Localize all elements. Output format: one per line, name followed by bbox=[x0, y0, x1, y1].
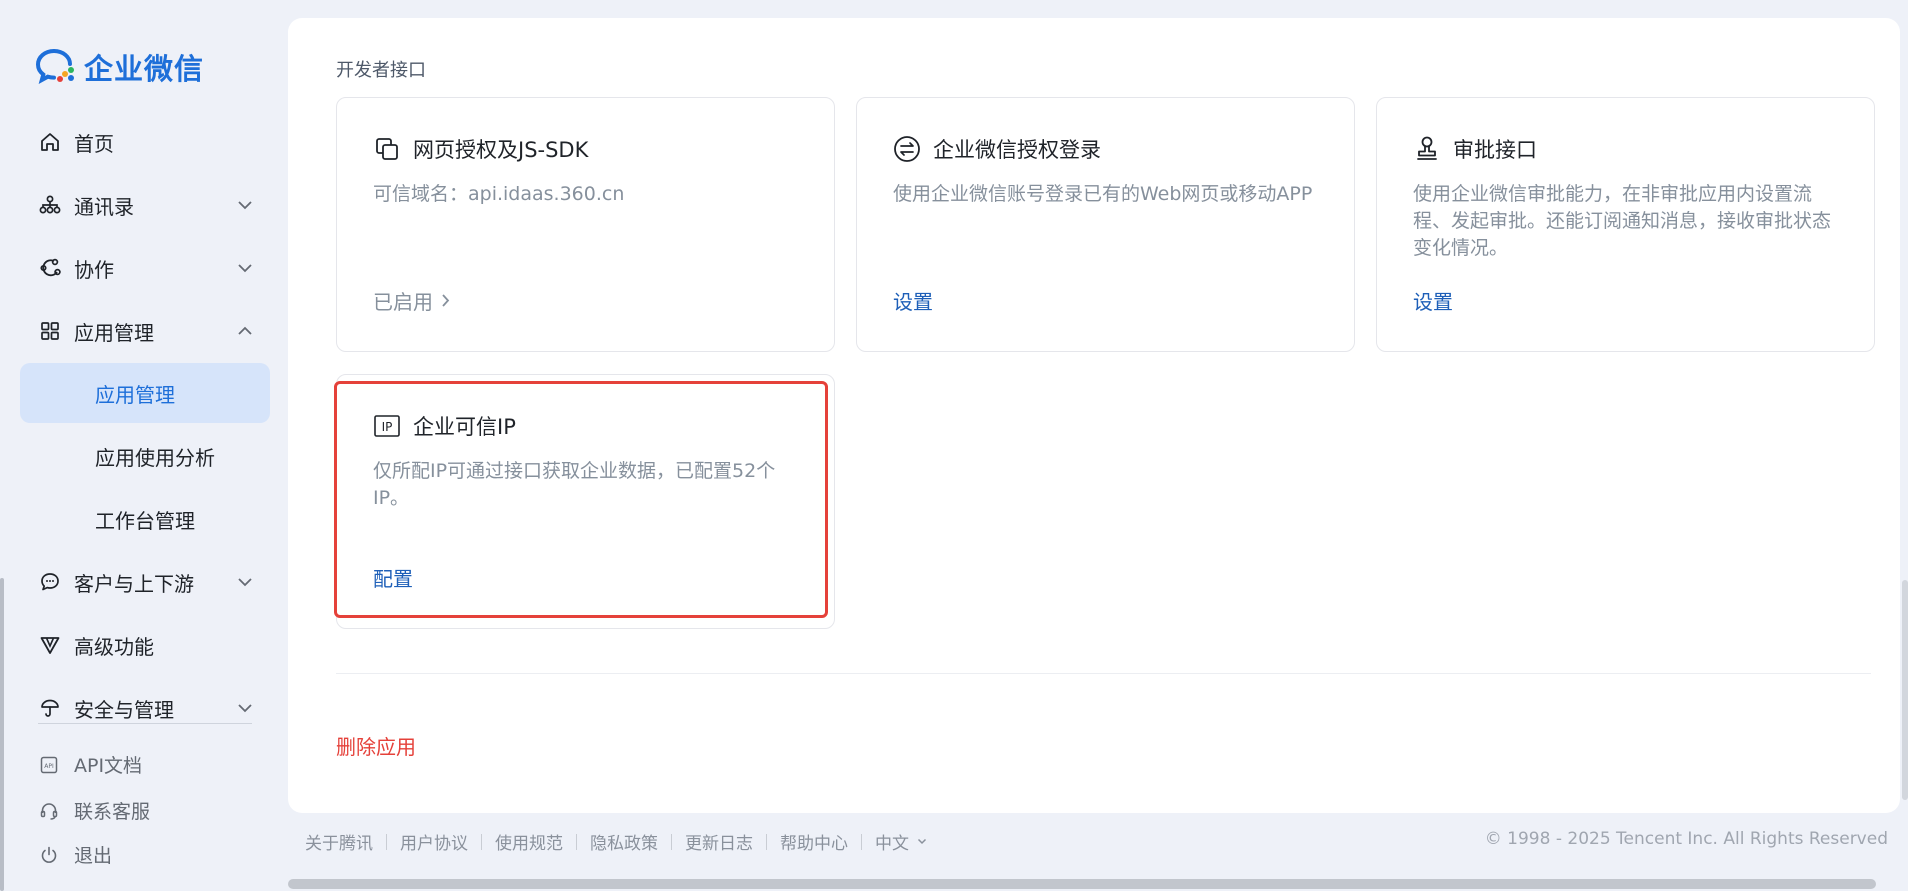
footer-link-user-agreement[interactable]: 用户协议 bbox=[400, 829, 468, 854]
api-doc-icon: API bbox=[38, 754, 60, 776]
card-trusted-ip[interactable]: IP 企业可信IP 仅所配IP可通过接口获取企业数据，已配置52个IP。 配置 bbox=[336, 374, 835, 629]
svg-text:API: API bbox=[44, 763, 54, 770]
footer-separator bbox=[386, 833, 387, 850]
svg-text:IP: IP bbox=[382, 420, 393, 434]
card-title: 网页授权及JS-SDK bbox=[413, 138, 589, 162]
language-selector[interactable]: 中文 bbox=[875, 829, 927, 854]
footer-separator bbox=[766, 833, 767, 850]
settings-link[interactable]: 设置 bbox=[1413, 286, 1453, 315]
card-description: 可信域名：api.idaas.360.cn bbox=[373, 183, 625, 205]
configure-link[interactable]: 配置 bbox=[373, 563, 413, 592]
chevron-right-icon bbox=[441, 293, 450, 308]
card-header: 审批接口 bbox=[1413, 134, 1537, 164]
enabled-status-link[interactable]: 已启用 bbox=[373, 286, 450, 315]
horizontal-scrollbar[interactable] bbox=[288, 879, 1876, 889]
sidebar-item-label: 首页 bbox=[74, 131, 114, 156]
sidebar-item-security[interactable]: 安全与管理 bbox=[20, 678, 270, 738]
sidebar-subitem-app-usage-analysis[interactable]: 应用使用分析 bbox=[20, 426, 270, 486]
sidebar-item-label: 通讯录 bbox=[74, 194, 134, 219]
v-shield-icon bbox=[38, 633, 62, 657]
card-description: 仅所配IP可通过接口获取企业数据，已配置52个IP。 bbox=[373, 460, 776, 509]
footer-link-privacy[interactable]: 隐私政策 bbox=[590, 829, 658, 854]
section-title: 开发者接口 bbox=[336, 60, 426, 81]
sidebar-item-home[interactable]: 首页 bbox=[20, 112, 270, 172]
card-header: 网页授权及JS-SDK bbox=[373, 134, 588, 164]
sidebar-subitem-workbench-management[interactable]: 工作台管理 bbox=[20, 489, 270, 549]
sidebar-item-collaboration[interactable]: 协作 bbox=[20, 238, 270, 298]
card-header: 企业微信授权登录 bbox=[893, 134, 1101, 164]
umbrella-icon bbox=[38, 696, 62, 720]
stamp-icon bbox=[1413, 135, 1441, 163]
wecom-logo-icon bbox=[34, 46, 78, 88]
footer-link-about[interactable]: 关于腾讯 bbox=[305, 829, 373, 854]
chevron-down-icon bbox=[234, 571, 256, 593]
chevron-down-icon bbox=[917, 838, 927, 845]
main-panel: 开发者接口 网页授权及JS-SDK 可信域名：api.idaas.360.cn … bbox=[288, 18, 1900, 813]
sidebar-item-advanced[interactable]: 高级功能 bbox=[20, 615, 270, 675]
contact-support-link[interactable]: 联系客服 bbox=[38, 797, 150, 824]
chat-bubble-icon bbox=[38, 570, 62, 594]
status-label: 已启用 bbox=[373, 290, 433, 314]
chevron-up-icon bbox=[234, 320, 256, 342]
footer-separator bbox=[671, 833, 672, 850]
power-icon bbox=[38, 844, 60, 866]
ip-badge-icon: IP bbox=[373, 412, 401, 440]
sidebar-item-label: 应用管理 bbox=[74, 320, 154, 345]
copyright-text: © 1998 - 2025 Tencent Inc. All Rights Re… bbox=[1484, 829, 1888, 849]
footer-separator bbox=[861, 833, 862, 850]
exchange-circle-icon bbox=[893, 135, 921, 163]
card-description: 使用企业微信审批能力，在非审批应用内设置流程、发起审批。还能订阅通知消息，接收审… bbox=[1413, 183, 1832, 259]
card-header: IP 企业可信IP bbox=[373, 411, 516, 441]
contact-support-label: 联系客服 bbox=[74, 801, 151, 823]
footer-link-usage-rules[interactable]: 使用规范 bbox=[495, 829, 563, 854]
sidebar-item-label: 高级功能 bbox=[74, 634, 154, 659]
sidebar-item-app-management[interactable]: 应用管理 bbox=[20, 301, 270, 361]
grid-icon bbox=[38, 319, 62, 343]
footer-link-help[interactable]: 帮助中心 bbox=[780, 829, 848, 854]
chevron-down-icon bbox=[234, 697, 256, 719]
sidebar: 企业微信 首页 通讯录 协作 应用管理 应用管理 应用使用分析 工作台管理 客户… bbox=[0, 0, 285, 891]
card-title: 企业微信授权登录 bbox=[933, 138, 1101, 162]
footer-separator bbox=[576, 833, 577, 850]
sidebar-divider bbox=[38, 723, 252, 724]
chevron-down-icon bbox=[234, 194, 256, 216]
chevron-down-icon bbox=[234, 257, 256, 279]
logout-label: 退出 bbox=[74, 845, 113, 867]
card-web-auth-jssdk[interactable]: 网页授权及JS-SDK 可信域名：api.idaas.360.cn 已启用 bbox=[336, 97, 835, 352]
logout-link[interactable]: 退出 bbox=[38, 841, 112, 868]
sidebar-scrollbar[interactable] bbox=[0, 578, 4, 891]
card-title: 审批接口 bbox=[1453, 138, 1537, 162]
headset-icon bbox=[38, 800, 60, 822]
overlap-squares-icon bbox=[373, 135, 401, 163]
logo-text: 企业微信 bbox=[84, 52, 205, 86]
sidebar-item-label: 客户与上下游 bbox=[74, 571, 194, 596]
org-chart-icon bbox=[38, 193, 62, 217]
card-title: 企业可信IP bbox=[413, 415, 516, 439]
section-divider bbox=[336, 673, 1871, 674]
delete-app-button[interactable]: 删除应用 bbox=[336, 731, 416, 760]
api-docs-link[interactable]: API API文档 bbox=[38, 751, 142, 778]
footer-link-changelog[interactable]: 更新日志 bbox=[685, 829, 753, 854]
footer-links: 关于腾讯 用户协议 使用规范 隐私政策 更新日志 帮助中心 中文 bbox=[305, 829, 927, 854]
footer-separator bbox=[481, 833, 482, 850]
card-approval-api[interactable]: 审批接口 使用企业微信审批能力，在非审批应用内设置流程、发起审批。还能订阅通知消… bbox=[1376, 97, 1875, 352]
sidebar-item-label: 工作台管理 bbox=[95, 508, 195, 533]
vertical-scrollbar[interactable] bbox=[1902, 580, 1908, 800]
sidebar-item-customers[interactable]: 客户与上下游 bbox=[20, 552, 270, 612]
sidebar-item-label: 安全与管理 bbox=[74, 697, 174, 722]
sidebar-item-label: 应用管理 bbox=[95, 382, 175, 407]
logo[interactable]: 企业微信 bbox=[34, 46, 204, 88]
settings-link[interactable]: 设置 bbox=[893, 286, 933, 315]
card-wecom-auth-login[interactable]: 企业微信授权登录 使用企业微信账号登录已有的Web网页或移动APP 设置 bbox=[856, 97, 1355, 352]
sidebar-subitem-app-management[interactable]: 应用管理 bbox=[20, 363, 270, 423]
api-docs-label: API文档 bbox=[74, 755, 143, 777]
home-icon bbox=[38, 130, 62, 154]
card-description: 使用企业微信账号登录已有的Web网页或移动APP bbox=[893, 183, 1313, 205]
sidebar-item-label: 应用使用分析 bbox=[95, 445, 215, 470]
sidebar-item-contacts[interactable]: 通讯录 bbox=[20, 175, 270, 235]
collaboration-icon bbox=[38, 256, 62, 280]
language-label: 中文 bbox=[875, 834, 909, 854]
sidebar-item-label: 协作 bbox=[74, 257, 114, 282]
